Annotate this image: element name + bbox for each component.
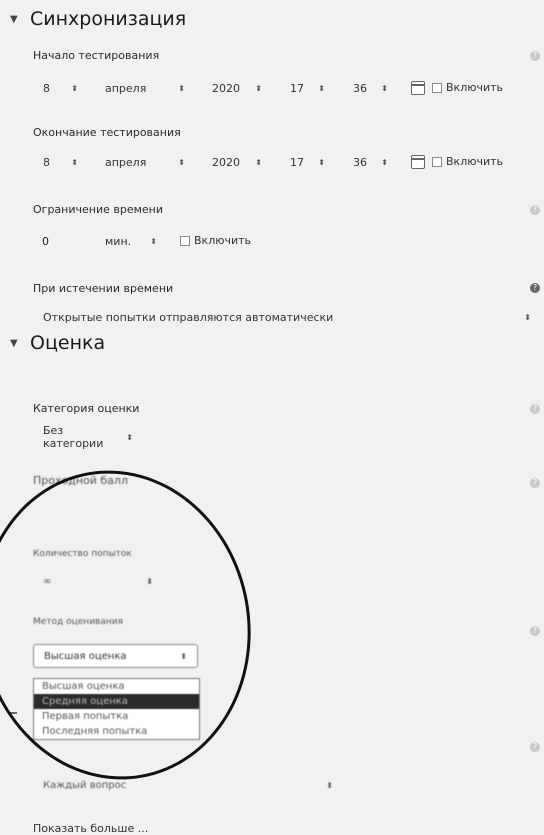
close-hour-select[interactable]: 17 ⬍ xyxy=(280,150,335,174)
select-arrow-icon: ⬍ xyxy=(71,83,78,93)
collapse-caret-icon: ▼ xyxy=(10,13,18,25)
collapse-caret-icon: ▼ xyxy=(10,337,18,349)
calendar-icon[interactable] xyxy=(411,155,425,169)
calendar-icon[interactable] xyxy=(411,81,425,95)
checkbox-box[interactable] xyxy=(432,82,442,93)
open-enable-checkbox[interactable]: Включить xyxy=(432,81,503,94)
section-header-grade[interactable]: ▼ Оценка xyxy=(10,332,105,354)
section-title: Оценка xyxy=(30,332,106,354)
checkbox-box[interactable] xyxy=(432,156,442,167)
expiry-select[interactable]: Открытые попытки отправляются автоматиче… xyxy=(33,305,541,329)
select-arrow-icon: ⬍ xyxy=(178,83,185,93)
help-icon[interactable]: ? xyxy=(530,205,540,215)
select-arrow-icon: ⬍ xyxy=(150,236,157,246)
help-icon[interactable]: ? xyxy=(530,283,540,293)
select-arrow-icon: ⬍ xyxy=(71,157,78,167)
help-icon[interactable]: ? xyxy=(530,51,540,61)
select-arrow-icon: ⬍ xyxy=(178,157,185,167)
open-month-select[interactable]: апреля ⬍ xyxy=(95,76,195,100)
select-arrow-icon: ⬍ xyxy=(381,83,388,93)
open-hour-select[interactable]: 17 ⬍ xyxy=(280,76,335,100)
help-icon[interactable]: ? xyxy=(530,478,540,488)
open-date-label: Начало тестирования xyxy=(33,49,160,62)
close-minute-select[interactable]: 36 ⬍ xyxy=(343,150,398,174)
select-arrow-icon: ⬍ xyxy=(318,157,325,167)
select-arrow-icon: ⬍ xyxy=(126,432,133,442)
open-year-select[interactable]: 2020 ⬍ xyxy=(202,76,272,100)
select-arrow-icon: ⬍ xyxy=(255,157,262,167)
grade-category-select[interactable]: Без категории ⬍ xyxy=(33,424,143,450)
close-day-select[interactable]: 8 ⬍ xyxy=(33,150,88,174)
select-arrow-icon: ⬍ xyxy=(524,312,531,322)
checkbox-box[interactable] xyxy=(180,235,190,246)
time-limit-input[interactable]: 0 xyxy=(33,229,88,253)
question-layout-select[interactable]: Каждый вопрос ⬍ xyxy=(33,773,343,797)
show-more-link[interactable]: Показать больше ... xyxy=(33,822,148,835)
select-arrow-icon: ⬍ xyxy=(381,157,388,167)
select-arrow-icon: ⬍ xyxy=(255,83,262,93)
time-limit-unit-select[interactable]: мин. ⬍ xyxy=(95,229,167,253)
grade-category-label: Категория оценки xyxy=(33,402,140,415)
section-title: Синхронизация xyxy=(30,8,187,30)
open-day-select[interactable]: 8 ⬍ xyxy=(33,76,88,100)
open-minute-select[interactable]: 36 ⬍ xyxy=(343,76,398,100)
section-header-timing[interactable]: ▼ Синхронизация xyxy=(10,8,186,30)
expiry-label: При истечении времени xyxy=(33,282,174,295)
close-year-select[interactable]: 2020 ⬍ xyxy=(202,150,272,174)
time-limit-enable-checkbox[interactable]: Включить xyxy=(180,234,251,247)
hand-drawn-circle-annotation xyxy=(0,448,275,802)
help-icon[interactable]: ? xyxy=(530,742,540,752)
time-limit-label: Ограничение времени xyxy=(33,203,164,216)
close-enable-checkbox[interactable]: Включить xyxy=(432,155,503,168)
select-arrow-icon: ⬍ xyxy=(318,83,325,93)
close-date-label: Окончание тестирования xyxy=(33,126,181,139)
help-icon[interactable]: ? xyxy=(530,404,540,414)
close-month-select[interactable]: апреля ⬍ xyxy=(95,150,195,174)
help-icon[interactable]: ? xyxy=(530,626,540,636)
select-arrow-icon: ⬍ xyxy=(326,780,333,790)
